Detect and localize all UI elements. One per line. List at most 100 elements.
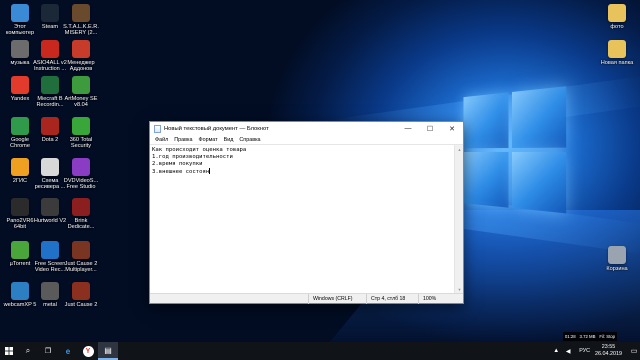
yandex-taskbar-icon[interactable]: Y [78, 342, 98, 360]
artmoney-icon [72, 76, 90, 94]
desktop-shortcut[interactable]: 360 Total Security [64, 117, 98, 150]
text-editor-area[interactable]: Как происходит оценка товара 1.год произв… [150, 145, 454, 293]
desktop-shortcut[interactable]: ArtMoney SE v8.04 [64, 76, 98, 109]
desktop-shortcut[interactable]: S.T.A.L.K.E.R. MISERY (2... [63, 4, 99, 37]
shortcut-label: Корзина [606, 266, 628, 272]
desktop-shortcut[interactable]: Менеджер Аддонов [64, 40, 98, 73]
overlay-size: 3.72 МВ [579, 334, 596, 339]
text-line: 3.внешнее состоян [152, 169, 210, 175]
just-cause-icon [72, 282, 90, 300]
logo-pane [463, 152, 509, 208]
task-view-icon[interactable]: ❐ [38, 342, 58, 360]
status-position: Стр 4, стлб 18 [366, 293, 418, 304]
clock-time: 23:55 [601, 344, 616, 350]
menu-view[interactable]: Вид [221, 137, 237, 143]
overlay-status: Fil: Stop [599, 334, 616, 339]
shortcut-label: 360 Total Security [69, 137, 93, 150]
computer-icon [11, 4, 29, 22]
windows-start-icon[interactable] [0, 342, 18, 360]
yandex-browser-icon [11, 76, 29, 94]
menu-edit[interactable]: Правка [171, 137, 195, 143]
language-indicator[interactable]: РУС [579, 348, 590, 354]
notepad-window[interactable]: Новый текстовый документ — Блокнот — ☐ ✕… [149, 121, 464, 304]
webcamxp-icon [11, 282, 29, 300]
clock[interactable]: 23:55 26.04.2019 [595, 344, 622, 358]
text-caret [209, 168, 210, 174]
desktop-shortcut[interactable]: фото [600, 4, 634, 30]
desktop-shortcut[interactable]: Just Cause 2 [64, 282, 98, 308]
hurtworld-icon [41, 198, 59, 216]
music-folder-icon [11, 40, 29, 58]
status-zoom: 100% [418, 293, 448, 304]
recording-icon [41, 76, 59, 94]
logo-pane [512, 86, 567, 148]
desktop-shortcut[interactable]: Новая папка [600, 40, 634, 66]
dota2-icon [41, 117, 59, 135]
just-cause-icon [72, 241, 90, 259]
desktop-shortcut[interactable]: Just Cause 2 Multiplayer... [64, 241, 98, 274]
menu-bar: Файл Правка Формат Вид Справка [150, 135, 463, 145]
notepad-taskbar-icon[interactable]: ▤ [98, 342, 118, 360]
edge-icon[interactable]: e [58, 342, 78, 360]
recycle-bin-icon [608, 246, 626, 264]
desktop-shortcut[interactable]: Этот компьютер [3, 4, 37, 37]
shortcut-label: Just Cause 2 Multiplayer... [64, 261, 98, 274]
pano2vr-icon [11, 198, 29, 216]
desktop-shortcut[interactable]: Pano2VR6 64bit [3, 198, 37, 231]
overlay-time: 01:28 [564, 334, 576, 339]
menu-format[interactable]: Формат [195, 137, 220, 143]
desktop-shortcut[interactable]: DVDVideoS... Free Studio [64, 158, 98, 191]
window-title: Новый текстовый документ — Блокнот [164, 125, 269, 132]
2gis-icon [11, 158, 29, 176]
menu-help[interactable]: Справка [236, 137, 263, 143]
menu-file[interactable]: Файл [152, 137, 171, 143]
search-icon[interactable]: ⌕ [18, 342, 38, 360]
shortcut-label: фото [610, 24, 624, 30]
logo-pane [463, 92, 509, 149]
volume-icon[interactable]: ◀ [562, 342, 574, 360]
new-folder-icon [608, 40, 626, 58]
logo-pane [512, 152, 567, 214]
maximize-button[interactable]: ☐ [419, 122, 441, 135]
shortcut-label: Brink Dedicate... [67, 218, 95, 231]
desktop-shortcut[interactable]: Google Chrome [3, 117, 37, 150]
notepad-icon [154, 124, 161, 133]
chrome-icon [11, 117, 29, 135]
vertical-scrollbar[interactable]: ▲ ▼ [454, 145, 463, 293]
steam-icon [41, 4, 59, 22]
photo-folder-icon [608, 4, 626, 22]
scheme-file-icon [41, 158, 59, 176]
text-line: Как происходит оценка товара [152, 147, 247, 153]
scroll-down-arrow-icon[interactable]: ▼ [455, 285, 464, 293]
shortcut-label: Менеджер Аддонов [67, 60, 95, 73]
recording-overlay: 01:28 3.72 МВ Fil: Stop [563, 332, 617, 341]
desktop-shortcut[interactable]: Brink Dedicate... [64, 198, 98, 231]
shortcut-label: ArtMoney SE v8.04 [64, 96, 98, 109]
notifications-icon[interactable]: ▭ [628, 342, 640, 360]
utorrent-icon [11, 241, 29, 259]
taskbar: ⌕ ❐ e Y ▤ ▲ ◀ РУС 23:55 26.04.2019 ▭ [0, 342, 640, 360]
shortcut-label: Just Cause 2 [64, 302, 98, 308]
360-security-icon [72, 117, 90, 135]
text-line-current: 3.внешнее состоян [152, 168, 452, 176]
close-button[interactable]: ✕ [441, 122, 463, 135]
minimize-button[interactable]: — [397, 122, 419, 135]
yandex-glyph: Y [82, 345, 94, 357]
scroll-up-arrow-icon[interactable]: ▲ [455, 145, 464, 153]
shortcut-label: DVDVideoS... Free Studio [63, 178, 99, 191]
text-line: 2.время покупки [152, 161, 203, 167]
windows-logo-wallpaper [463, 86, 571, 218]
dvdvideosoft-icon [72, 158, 90, 176]
text-line: 1.год производительности [152, 154, 233, 160]
screen-recorder-icon [41, 241, 59, 259]
status-encoding: Windows (CRLF) [308, 293, 366, 304]
pdf-icon [41, 40, 59, 58]
shortcut-label: Новая папка [600, 60, 634, 66]
folder-icon [41, 282, 59, 300]
notepad-titlebar[interactable]: Новый текстовый документ — Блокнот — ☐ ✕ [150, 122, 463, 135]
desktop-shortcut[interactable]: Корзина [600, 246, 634, 272]
stalker-icon [72, 4, 90, 22]
brink-icon [72, 198, 90, 216]
network-icon[interactable]: ▲ [550, 342, 562, 360]
addon-manager-icon [72, 40, 90, 58]
